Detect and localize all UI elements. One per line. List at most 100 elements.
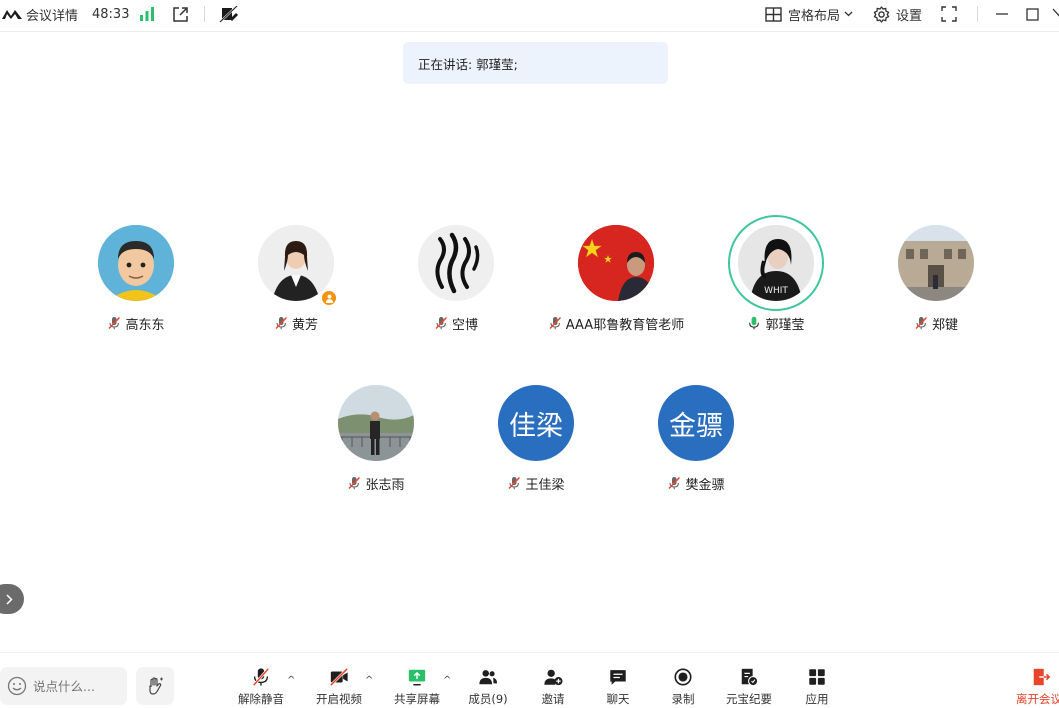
mic-muted-icon: [915, 317, 927, 330]
meeting-details-label: 会议详情: [26, 8, 79, 24]
participant-tile[interactable]: 郑键: [856, 225, 1016, 341]
participant-name-text: 郑键: [931, 317, 958, 333]
participant-name-text: 黄芳: [291, 317, 318, 333]
chevron-right-icon: [6, 593, 13, 605]
fullscreen-icon[interactable]: [941, 0, 957, 28]
settings-label: 设置: [896, 8, 923, 24]
leave-meeting-label: 离开会议: [1016, 692, 1059, 706]
meeting-timer: 48:33: [92, 6, 130, 22]
avatar: [898, 225, 974, 301]
apps-label: 应用: [805, 692, 829, 706]
participant-tile[interactable]: 黄芳: [216, 225, 376, 341]
topbar-divider: [977, 6, 978, 22]
add-user-icon: [544, 669, 563, 686]
grid-layout-button[interactable]: 宫格布局: [765, 0, 853, 28]
expand-panel-button[interactable]: [0, 584, 24, 614]
meeting-details-button[interactable]: 会议详情: [2, 0, 78, 28]
record-label: 录制: [671, 692, 695, 706]
share-screen-label: 共享屏幕: [394, 692, 440, 706]
maximize-icon[interactable]: [1026, 0, 1039, 28]
person-icon: [325, 294, 333, 303]
members-button[interactable]: 成员(9): [465, 667, 511, 707]
members-icon: [479, 670, 498, 685]
settings-button[interactable]: 设置: [873, 0, 922, 28]
svg-text:WHIT: WHIT: [764, 286, 788, 296]
video-options-caret[interactable]: ^: [365, 675, 373, 686]
participant-name-text: 王佳梁: [525, 477, 565, 493]
avatar: [258, 225, 334, 301]
participant-name-text: AAA耶鲁教育管老师: [565, 317, 685, 333]
apps-button[interactable]: 应用: [794, 667, 840, 707]
emoji-icon[interactable]: [7, 676, 27, 696]
mic-muted-icon: [252, 667, 270, 687]
invite-label: 邀请: [541, 692, 565, 706]
mic-muted-icon: [668, 477, 681, 490]
avatar: [338, 385, 414, 461]
quick-chat-box[interactable]: [0, 667, 127, 705]
participant-name: 张志雨: [296, 474, 456, 493]
quick-chat-input[interactable]: [33, 678, 123, 694]
participant-name: 樊金骠: [616, 474, 776, 493]
participant-tile[interactable]: 高东东: [56, 225, 216, 341]
participant-name-text: 樊金骠: [685, 477, 725, 493]
active-speaker-text: 正在讲话: 郭瑾莹;: [418, 56, 518, 72]
avatar: [418, 225, 494, 301]
ai-minutes-button[interactable]: 元宝纪要: [722, 667, 776, 707]
members-label: 成员(9): [468, 692, 508, 706]
record-button[interactable]: 录制: [660, 667, 706, 707]
share-screen-icon: [408, 669, 426, 686]
share-options-caret[interactable]: ^: [443, 675, 451, 686]
unmute-button[interactable]: 解除静音: [236, 667, 286, 707]
avatar: [578, 225, 654, 301]
chat-button[interactable]: 聊天: [595, 667, 641, 707]
leave-meeting-button[interactable]: 离开会议: [1016, 667, 1059, 707]
chat-icon: [610, 670, 626, 685]
mic-muted-icon: [508, 477, 521, 490]
participant-name: 空博: [376, 314, 536, 333]
chevron-down-icon: [844, 11, 853, 17]
grid-layout-icon: [765, 6, 782, 22]
participant-name: 黄芳: [216, 314, 376, 333]
mic-muted-icon: [275, 317, 287, 330]
participant-name: AAA耶鲁教育管老师: [536, 314, 696, 333]
share-screen-button[interactable]: 共享屏幕: [392, 667, 442, 707]
participant-tile[interactable]: 张志雨: [296, 385, 456, 501]
close-icon[interactable]: [1052, 0, 1059, 28]
mic-muted-icon: [348, 477, 361, 490]
raise-hand-icon: [149, 677, 163, 695]
participant-name: 王佳梁: [456, 474, 616, 493]
gear-icon: [873, 5, 890, 23]
invite-button[interactable]: 邀请: [530, 667, 576, 707]
participant-tile[interactable]: 金骠 樊金骠: [616, 385, 776, 501]
signal-strength-icon[interactable]: [139, 0, 155, 28]
camera-off-icon: [329, 667, 349, 687]
bottom-toolbar: 解除静音 ^ 开启视频 ^ 共享屏幕 ^ 成员(9) 邀请 聊天: [0, 652, 1059, 708]
topbar-divider: [204, 6, 205, 22]
participant-tile[interactable]: AAA耶鲁教育管老师: [536, 225, 696, 341]
mic-muted-icon: [435, 317, 447, 330]
chat-label: 聊天: [606, 692, 630, 706]
mic-muted-icon: [108, 317, 121, 330]
active-speaker-banner: 正在讲话: 郭瑾莹;: [403, 42, 668, 84]
top-bar: 会议详情 48:33 宫格布局 设置: [0, 0, 1059, 32]
avatar: WHIT: [738, 225, 814, 301]
raise-hand-button[interactable]: [136, 667, 174, 705]
grid-layout-label: 宫格布局: [788, 8, 841, 24]
participant-name-text: 郭瑾莹: [765, 317, 805, 333]
start-video-label: 开启视频: [316, 692, 362, 706]
ai-minutes-icon: [741, 668, 759, 687]
minimize-icon[interactable]: [995, 0, 1009, 28]
recording-off-icon[interactable]: [219, 0, 239, 28]
mic-muted-icon: [549, 317, 561, 330]
participant-name: 郑键: [856, 314, 1016, 333]
participant-tile[interactable]: 佳梁 王佳梁: [456, 385, 616, 501]
participant-name: 郭瑾莹: [696, 314, 856, 333]
popout-icon[interactable]: [172, 0, 189, 28]
participant-tile[interactable]: 空博: [376, 225, 536, 341]
participant-name-text: 张志雨: [365, 477, 405, 493]
audio-options-caret[interactable]: ^: [287, 675, 295, 686]
participant-tile-active-speaker[interactable]: WHIT 郭瑾莹: [696, 215, 856, 341]
ai-minutes-label: 元宝纪要: [726, 692, 772, 706]
start-video-button[interactable]: 开启视频: [314, 667, 364, 707]
participant-name-text: 空博: [451, 317, 478, 333]
